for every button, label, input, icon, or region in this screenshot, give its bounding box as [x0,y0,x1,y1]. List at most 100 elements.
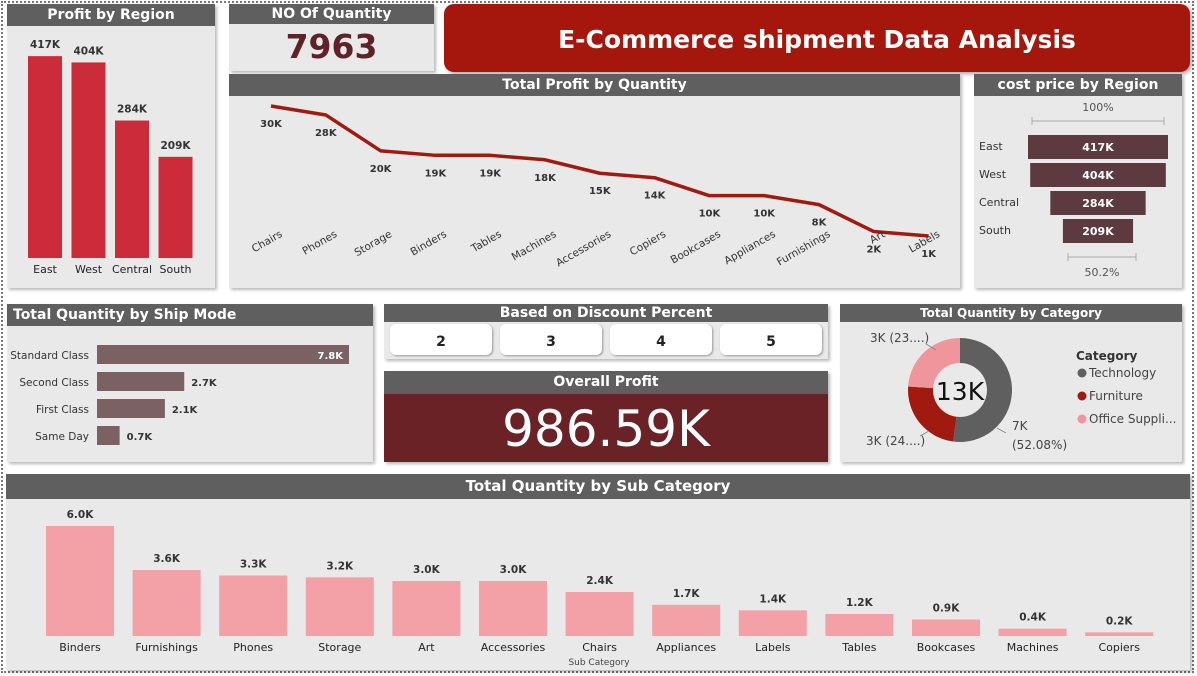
donut-legend-title: Category [1076,349,1138,363]
ship-mode-value: 2.1K [172,405,199,416]
sub-category-value: 2.4K [586,575,614,587]
discount-option-3[interactable]: 3 [500,324,602,355]
funnel-bar-label: 404K [1082,169,1114,182]
sub-category-value: 6.0K [67,509,95,521]
profit-line-label: 28K [315,128,338,139]
donut-legend-label: Furniture [1089,389,1143,403]
funnel-category-label: Central [979,196,1019,209]
donut-legend-marker [1077,368,1087,378]
sub-category-bar [1085,632,1154,636]
region-bar [115,120,149,258]
ship-mode-label: Same Day [35,431,89,443]
discount-option-2[interactable]: 2 [390,324,492,355]
ship-mode-panel: Total Quantity by Ship Mode Standard Cla… [7,304,373,462]
sub-category-tick-label: Appliances [656,641,716,654]
sub-category-value: 3.3K [240,559,268,571]
ship-mode-label: Standard Class [10,350,89,362]
profit-line-label: 10K [753,209,776,220]
sub-category-tick-label: Furnishings [135,641,198,654]
ship-mode-bar [97,372,185,391]
sub-category-value: 3.6K [153,553,181,565]
cost-price-funnel-chart: 100% 417K East 404K West 284K Central 209K South… [979,101,1168,279]
donut-slice-label: (52.08%) [1012,438,1067,452]
profit-line-tick-label: Appliances [722,228,777,267]
quantity-card-value: 7963 [285,27,378,66]
region-bar-label: 209K [160,140,191,152]
funnel-top-label: 100% [1082,101,1113,114]
profit-line-tick-label: Phones [300,228,339,257]
profit-line-label: 18K [534,173,557,184]
donut-legend-marker [1077,414,1087,424]
region-bar [28,56,62,258]
ship-mode-bar [97,426,120,445]
profit-line-label: 2K [866,245,882,256]
funnel-bar-label: 284K [1082,197,1114,210]
sub-category-tick-label: Machines [1007,641,1059,654]
funnel-category-label: South [979,224,1011,237]
profit-line-tick-label: Bookcases [669,228,723,266]
overall-profit-card: Overall Profit 986.59K [384,371,828,462]
profit-line-label: 15K [589,186,612,197]
sub-category-chart: 6.0K Binders 3.6K Furnishings 3.3K Phones 3.2K… [46,509,1154,668]
category-panel: Total Quantity by Category 13K 7K (52.08%)… [840,304,1182,462]
profit-by-region-chart: 417K East 404K West 284K Central 209K South [28,39,193,276]
dashboard-title-banner: E-Commerce shipment Data Analysis [444,4,1190,72]
donut-slice-label: 3K (23....) [870,331,929,345]
category-donut-chart: 13K 7K (52.08%) 3K (24....) 3K (23....) Categ… [866,331,1176,452]
sub-category-value: 1.4K [759,593,787,605]
donut-slice-label: 7K [1012,419,1029,433]
overall-profit-title: Overall Profit [384,371,828,394]
sub-category-tick-label: Chairs [582,641,617,654]
region-bar [71,62,106,258]
profit-line-tick-label: Copiers [628,228,668,258]
ship-mode-value: 7.8K [318,351,345,362]
discount-option-4[interactable]: 4 [610,324,712,355]
donut-slice-label: 3K (24....) [866,434,925,448]
profit-line-label: 19K [479,168,502,179]
sub-category-value: 1.7K [673,588,701,600]
profit-by-quantity-chart: 30K Chairs 28K Phones 20K Storage 19K Binders 19… [250,104,942,269]
ship-mode-bar [97,399,165,418]
sub-category-panel: Total Quantity by Sub Category 6.0K Binde… [6,474,1190,670]
sub-category-axis-label: Sub Category [568,658,630,668]
funnel-category-label: West [979,168,1007,181]
profit-line-label: 14K [644,191,667,202]
cost-price-panel: cost price by Region 100% 417K East 404K Wes… [974,74,1182,288]
sub-category-bar [825,614,894,636]
sub-category-bar [219,575,288,636]
ship-mode-value: 0.7K [127,432,154,443]
sub-category-value: 1.2K [846,597,874,609]
sub-category-bar [392,581,461,636]
profit-line-tick-label: Machines [510,228,559,263]
sub-category-tick-label: Art [418,641,435,654]
sub-category-tick-label: Copiers [1098,641,1140,654]
donut-leader-line [996,427,1007,434]
region-bar-label: 404K [73,45,104,57]
profit-by-quantity-panel: Total Profit by Quantity 30K Chairs 28K Pho… [229,74,960,288]
profit-line-label: 10K [699,209,722,220]
sub-category-bar [738,610,807,636]
sub-category-bar [652,604,721,636]
funnel-category-label: East [979,140,1003,153]
region-tick-label: East [33,263,57,276]
discount-slicer: Based on Discount Percent 2 3 4 5 [384,304,828,359]
region-bar [158,156,193,258]
sub-category-bar [305,577,374,636]
profit-line-tick-label: Accessories [554,228,613,269]
sub-category-tick-label: Storage [318,641,361,654]
ship-mode-bar [97,345,349,364]
discount-option-5[interactable]: 5 [720,324,822,355]
profit-line-label: 1K [921,249,937,260]
profit-line-label: 8K [812,218,828,229]
profit-line-tick-label: Chairs [250,228,285,255]
ship-mode-label: Second Class [19,377,89,389]
sub-category-value: 3.0K [413,564,441,576]
profit-line-tick-label: Binders [409,228,449,258]
sub-category-tick-label: Phones [233,641,273,654]
quantity-card-title: NO Of Quantity [229,4,434,24]
discount-slicer-title: Based on Discount Percent [384,304,828,322]
ship-mode-value: 2.7K [191,378,218,389]
funnel-bar-label: 209K [1082,225,1114,238]
donut-center-label: 13K [936,377,985,406]
region-bar-label: 284K [117,104,148,116]
